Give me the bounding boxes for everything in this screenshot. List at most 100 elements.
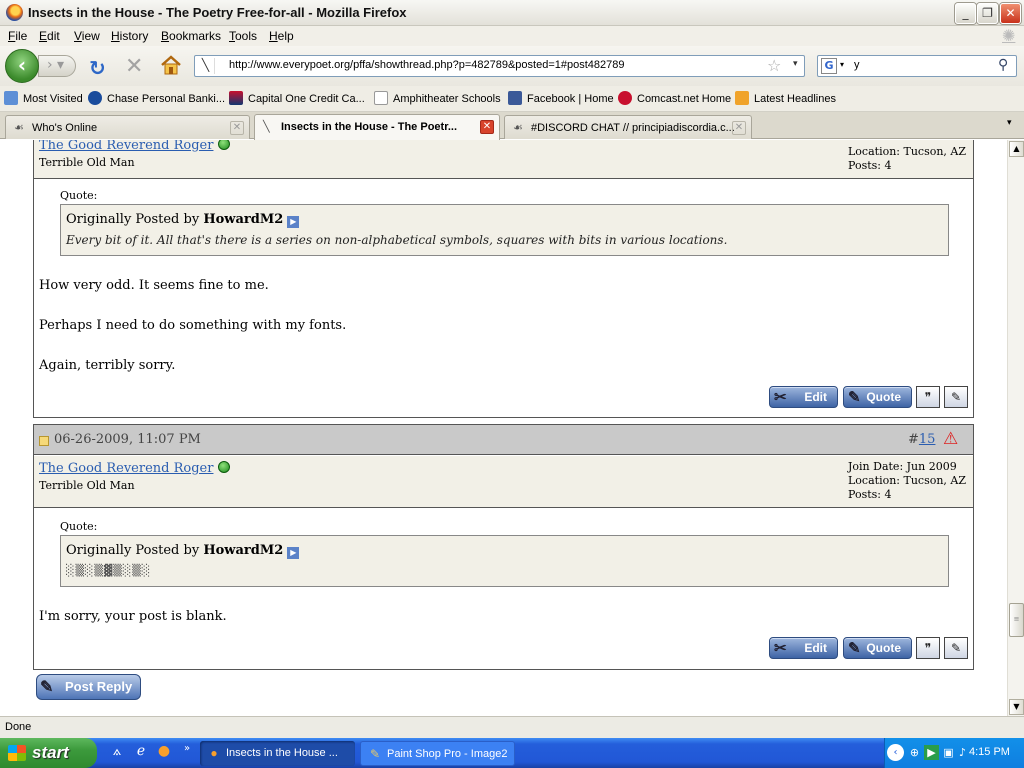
post-user-info: The Good Reverend Roger Terrible Old Man…: [34, 456, 973, 508]
post-body-line: Perhaps I need to do something with my f…: [39, 318, 347, 333]
reload-button[interactable]: ↻: [89, 56, 106, 80]
menu-view[interactable]: View: [74, 29, 100, 43]
stop-button[interactable]: ✕: [125, 54, 143, 79]
restore-button[interactable]: ❐: [977, 3, 998, 24]
close-window-button[interactable]: ✕: [1000, 3, 1021, 24]
quote-box: Originally Posted by HowardM2 ▶ ░▒░▒▓▒░▒░: [60, 535, 949, 587]
task-paint-shop-pro[interactable]: ✎ Paint Shop Pro - Image2: [360, 741, 515, 766]
url-dropdown-icon[interactable]: ▾: [793, 59, 798, 69]
edit-post-button[interactable]: ✂ Edit: [769, 637, 838, 659]
quote-attribution: Originally Posted by HowardM2 ▶: [66, 212, 300, 228]
bookmark-label: Chase Personal Banki...: [107, 93, 226, 105]
view-post-arrow-icon[interactable]: ▶: [287, 547, 300, 559]
quote-label: Quote:: [60, 189, 98, 202]
back-button[interactable]: ‹: [5, 49, 39, 83]
post-body-line: Again, terribly sorry.: [39, 358, 176, 373]
engine-dropdown-icon[interactable]: ▾: [840, 60, 844, 69]
windows-taskbar: start ⟑ ℯ ● » ● Insects in the House ... …: [0, 738, 1024, 768]
start-label: start: [32, 743, 69, 762]
quicklaunch-expand-icon[interactable]: »: [178, 743, 196, 761]
menu-tools[interactable]: Tools: [229, 29, 257, 43]
comcast-logo-icon: [618, 91, 632, 105]
media-player-icon[interactable]: ▶: [924, 745, 939, 760]
bookmark-amphitheater[interactable]: Amphitheater Schools: [374, 91, 501, 105]
quote-author: HowardM2: [203, 212, 284, 227]
multi-quote-button[interactable]: ❞: [916, 386, 940, 408]
volume-icon[interactable]: ♪: [955, 745, 970, 760]
user-join-date: Join Date: Jun 2009: [848, 460, 957, 473]
tab-discord-chat[interactable]: ☙ #DISCORD CHAT // principiadiscordia.c.…: [504, 115, 752, 139]
tab-list-icon[interactable]: ▾: [1007, 118, 1012, 128]
quick-reply-button[interactable]: ✎: [944, 637, 968, 659]
page-scrollbar[interactable]: ▲ ≡ ▼: [1007, 140, 1024, 716]
multi-quote-button[interactable]: ❞: [916, 637, 940, 659]
menu-file[interactable]: File: [8, 29, 27, 43]
menu-bar: File Edit View History Bookmarks Tools H…: [0, 26, 1024, 46]
menu-history[interactable]: History: [111, 29, 148, 43]
quicklaunch-firefox-icon[interactable]: ●: [155, 743, 173, 761]
bookmark-chase[interactable]: Chase Personal Banki...: [88, 91, 225, 105]
post-author-link[interactable]: The Good Reverend Roger: [39, 461, 231, 476]
google-engine-icon[interactable]: G: [821, 58, 837, 74]
username[interactable]: The Good Reverend Roger: [39, 461, 213, 476]
bookmark-label: Most Visited: [23, 93, 83, 105]
task-firefox[interactable]: ● Insects in the House ...: [200, 741, 355, 766]
forward-button[interactable]: › ▾: [38, 55, 76, 77]
quote-prefix: Originally Posted by: [66, 212, 200, 227]
bookmark-most-visited[interactable]: Most Visited: [4, 91, 83, 105]
quote-box: Originally Posted by HowardM2 ▶ Every bit…: [60, 204, 949, 256]
address-bar[interactable]: ╲ http://www.everypoet.org/pffa/showthre…: [194, 55, 805, 77]
bookmark-capital-one[interactable]: Capital One Credit Ca...: [229, 91, 365, 105]
firefox-task-icon: ●: [210, 746, 218, 760]
bookmark-star-icon[interactable]: ☆: [767, 56, 781, 75]
throbber-icon: ✺: [1002, 28, 1016, 45]
bookmark-comcast[interactable]: Comcast.net Home: [618, 91, 731, 105]
close-tab-icon[interactable]: ✕: [732, 121, 746, 135]
edit-post-button[interactable]: ✂ Edit: [769, 386, 838, 408]
bookmark-latest-headlines[interactable]: Latest Headlines: [735, 91, 836, 105]
url-text[interactable]: http://www.everypoet.org/pffa/showthread…: [229, 59, 624, 71]
tab-whos-online[interactable]: ☙ Who's Online ✕: [5, 115, 250, 139]
search-input[interactable]: y: [854, 59, 860, 71]
quick-reply-button[interactable]: ✎: [944, 386, 968, 408]
close-tab-icon[interactable]: ✕: [230, 121, 244, 135]
minimize-button[interactable]: _: [955, 3, 976, 24]
search-box[interactable]: G ▾ y ⚲: [817, 55, 1017, 77]
show-hidden-icons-icon[interactable]: ‹: [887, 744, 904, 761]
site-identity-icon[interactable]: ╲: [197, 58, 215, 74]
home-button[interactable]: [160, 55, 182, 75]
menu-edit[interactable]: Edit: [39, 29, 60, 43]
start-button[interactable]: start: [0, 738, 97, 768]
online-status-icon: [218, 140, 231, 150]
bookmark-label: Comcast.net Home: [637, 93, 732, 105]
search-icon[interactable]: ⚲: [998, 57, 1008, 73]
view-post-arrow-icon[interactable]: ▶: [287, 216, 300, 228]
tray-app-icon[interactable]: ▣: [941, 745, 956, 760]
bookmark-facebook[interactable]: Facebook | Home: [508, 91, 614, 105]
forum-post: The Good Reverend Roger Terrible Old Man…: [33, 140, 974, 418]
scroll-thumb[interactable]: ≡: [1009, 603, 1024, 637]
post-reply-button[interactable]: ✎ Post Reply: [36, 674, 141, 700]
menu-bookmarks[interactable]: Bookmarks: [161, 29, 221, 43]
scroll-down-arrow-icon[interactable]: ▼: [1009, 699, 1024, 715]
quote-post-button[interactable]: ✎ Quote: [843, 637, 912, 659]
post-number-link[interactable]: 15: [919, 432, 936, 447]
quicklaunch-aol-icon[interactable]: ⟑: [108, 743, 126, 761]
reply-paper-icon: ✎: [40, 679, 54, 696]
post-user-info: The Good Reverend Roger Terrible Old Man…: [34, 140, 973, 179]
report-post-icon[interactable]: ⚠: [943, 429, 958, 449]
post-author-link[interactable]: The Good Reverend Roger: [39, 140, 231, 153]
bookmarks-toolbar: Most Visited Chase Personal Banki... Cap…: [0, 86, 1024, 112]
quicklaunch-ie-icon[interactable]: ℯ: [132, 743, 150, 761]
quote-post-button[interactable]: ✎ Quote: [843, 386, 912, 408]
firefox-logo-icon: [6, 4, 23, 21]
username[interactable]: The Good Reverend Roger: [39, 140, 213, 153]
scroll-up-arrow-icon[interactable]: ▲: [1009, 141, 1024, 157]
quote-prefix: Originally Posted by: [66, 543, 200, 558]
close-tab-icon[interactable]: ✕: [480, 120, 494, 134]
site-favicon-icon: ☙: [513, 122, 523, 134]
network-globe-icon[interactable]: ⊕: [907, 745, 922, 760]
menu-help[interactable]: Help: [269, 29, 294, 43]
tab-insects-in-the-house[interactable]: ╲ Insects in the House - The Poetr... ✕: [254, 114, 500, 140]
post-date-bar: 06-26-2009, 11:07 PM #15 ⚠: [34, 425, 973, 455]
